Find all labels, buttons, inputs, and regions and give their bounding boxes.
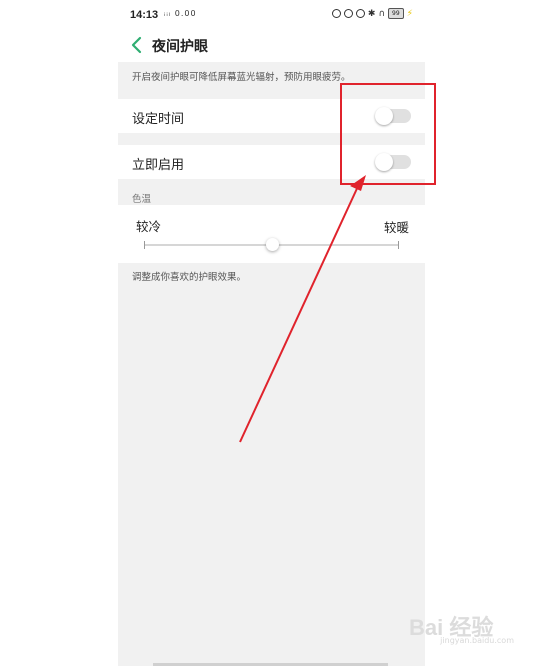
battery-icon: 99	[388, 8, 404, 19]
schedule-label: 设定时间	[132, 112, 185, 127]
location-status-icon	[343, 9, 353, 18]
alarm-status-icon	[355, 9, 365, 18]
slider-min-tick	[144, 241, 145, 249]
status-icons: ✱ ∩ 99 ⚡	[331, 8, 413, 19]
watermark-url: jingyan.baidu.com	[440, 636, 514, 645]
screenshot-stage: 14:13 ᵢᵢₗ 0.00 ✱ ∩ 99 ⚡ 夜间护眼 开启夜间护眼可降低屏幕…	[0, 0, 544, 666]
title-bar: 夜间护眼	[118, 30, 425, 62]
adjust-hint: 调整成你喜欢的护眼效果。	[132, 272, 247, 283]
eye-care-status-icon	[331, 9, 341, 18]
headphone-icon: ∩	[378, 8, 386, 19]
cold-label: 较冷	[136, 219, 162, 234]
back-arrow-icon[interactable]	[130, 35, 144, 55]
annotation-highlight-box	[340, 83, 436, 185]
slider-max-tick	[398, 241, 399, 249]
status-time: 14:13	[130, 9, 159, 21]
status-bar: 14:13 ᵢᵢₗ 0.00 ✱ ∩ 99 ⚡	[118, 0, 425, 30]
bluetooth-icon: ✱	[367, 8, 376, 19]
enable-now-label: 立即启用	[132, 158, 185, 173]
signal-indicator: ᵢᵢₗ 0.00	[164, 9, 197, 18]
color-temp-card: 较冷 较暖	[118, 205, 425, 263]
warm-label: 较暖	[383, 220, 409, 235]
feature-description: 开启夜间护眼可降低屏幕蓝光辐射，预防用眼疲劳。	[132, 72, 351, 83]
charging-icon: ⚡	[406, 8, 413, 19]
page-title: 夜间护眼	[152, 39, 208, 55]
color-temp-section-label: 色温	[132, 194, 152, 205]
baidu-jingyan-watermark: Bai 经验 jingyan.baidu.com	[409, 606, 514, 646]
slider-thumb[interactable]	[265, 238, 279, 251]
color-temp-slider[interactable]	[144, 238, 399, 251]
